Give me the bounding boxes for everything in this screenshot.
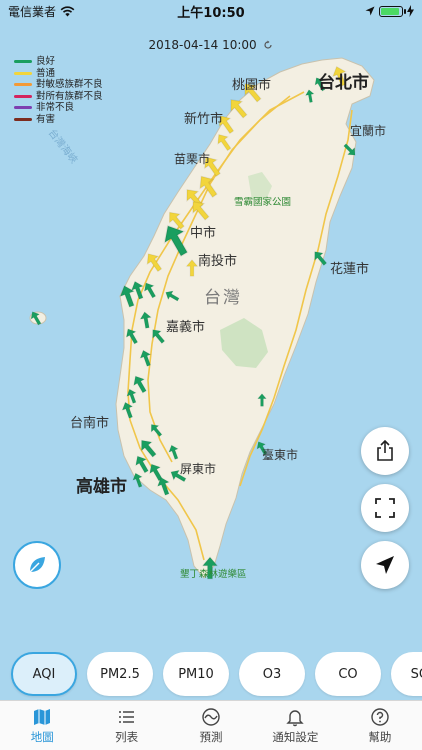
refresh-icon[interactable] <box>263 40 273 50</box>
legend-label: 對所有族群不良 <box>36 90 103 102</box>
legend-label: 普通 <box>36 67 56 79</box>
map-label-hualien: 花蓮市 <box>330 262 370 277</box>
map-label-chiayi: 嘉義市 <box>166 320 206 335</box>
status-right <box>365 5 414 17</box>
legend-label: 有害 <box>36 113 56 125</box>
help-icon <box>371 707 389 726</box>
map-label-hsinchu: 新竹市 <box>184 112 224 127</box>
location-arrow-icon <box>376 556 394 574</box>
battery-icon <box>379 5 406 17</box>
fit-bounds-button[interactable] <box>361 484 409 532</box>
leaf-icon <box>29 557 45 573</box>
tab-help[interactable]: 幫助 <box>338 701 422 750</box>
wifi-icon <box>60 5 75 16</box>
locate-me-button[interactable] <box>361 541 409 589</box>
carrier-label: 電信業者 <box>8 4 57 19</box>
legend-item: 良好 <box>14 56 103 68</box>
legend-swatch <box>14 94 32 98</box>
map-label-taipei: 台北市 <box>318 73 369 93</box>
map-label-taichung: 中市 <box>190 226 217 241</box>
map-label-kaohsiung: 高雄市 <box>76 477 127 497</box>
legend-item: 普通 <box>14 68 103 80</box>
legend-item: 對所有族群不良 <box>14 91 103 103</box>
timestamp-label: 2018-04-14 10:00 <box>148 38 257 52</box>
legend-swatch <box>14 83 32 87</box>
map-label-taiwan: 台灣 <box>204 288 242 308</box>
tab-label-list: 列表 <box>115 729 139 744</box>
map-icon <box>34 708 51 725</box>
battery-fill <box>381 7 399 15</box>
share-icon <box>377 440 393 461</box>
tab-notifications[interactable]: 通知設定 <box>253 701 337 750</box>
share-button[interactable] <box>361 427 409 475</box>
legend-swatch <box>14 60 32 64</box>
legend-swatch <box>14 71 32 75</box>
map-label-miaoli: 苗栗市 <box>174 152 211 166</box>
map-label-shei-pa: 雪霸國家公園 <box>234 197 292 208</box>
pollutant-co-button[interactable]: CO <box>315 652 381 696</box>
pollutant-selector: AQIPM2.5PM10O3CO SO2 <box>0 652 422 700</box>
bell-icon <box>286 709 305 726</box>
list-icon <box>118 710 134 723</box>
pollutant-so2-button[interactable]: SO2 <box>391 652 422 696</box>
tab-label-notifications: 通知設定 <box>272 729 319 744</box>
aqi-mode-button[interactable] <box>13 541 61 589</box>
legend-label: 對敏感族群不良 <box>36 79 103 90</box>
map-label-yilan: 宜蘭市 <box>350 124 387 138</box>
aqi-legend: 良好 普通 對敏感族群不良 對所有族群不良 非常不良 有害 <box>14 56 103 125</box>
status-left: 電信業者 <box>8 3 75 20</box>
pollutant-o3-button[interactable]: O3 <box>239 652 305 696</box>
tab-label-map: 地圖 <box>30 729 54 744</box>
tab-label-help: 幫助 <box>368 729 392 744</box>
legend-item: 非常不良 <box>14 102 103 114</box>
legend-swatch <box>14 117 32 121</box>
map-label-pingtung: 屏東市 <box>180 462 217 476</box>
pollutant-aqi-button[interactable]: AQI <box>11 652 77 696</box>
map-label-kenting: 墾丁森林遊樂區 <box>180 569 247 580</box>
tab-bar: 地圖 列表 預測 通知設定 幫助 <box>0 700 422 750</box>
map-label-taoyuan: 桃園市 <box>232 78 272 93</box>
location-arrow-icon <box>365 6 375 16</box>
charging-bolt-icon <box>407 5 414 17</box>
status-time: 上午10:50 <box>177 5 245 21</box>
status-bar: 電信業者 上午10:50 <box>0 0 422 22</box>
forecast-icon <box>202 707 220 726</box>
legend-label: 非常不良 <box>36 102 75 113</box>
tab-forecast[interactable]: 預測 <box>169 701 253 750</box>
legend-item: 對敏感族群不良 <box>14 79 103 91</box>
data-timestamp[interactable]: 2018-04-14 10:00 <box>0 38 422 52</box>
legend-label: 良好 <box>36 56 56 67</box>
tab-map[interactable]: 地圖 <box>0 701 84 750</box>
legend-item: 有害 <box>14 114 103 126</box>
tab-list[interactable]: 列表 <box>84 701 168 750</box>
legend-swatch <box>14 106 32 110</box>
expand-frame-icon <box>375 498 395 518</box>
tab-label-forecast: 預測 <box>199 729 223 744</box>
map-label-taitung: 臺東市 <box>262 448 299 462</box>
pollutant-pm25-button[interactable]: PM2.5 <box>87 652 153 696</box>
map-label-tainan: 台南市 <box>70 416 110 431</box>
pollutant-pm10-button[interactable]: PM10 <box>163 652 229 696</box>
map-label-nantou: 南投市 <box>198 254 238 269</box>
